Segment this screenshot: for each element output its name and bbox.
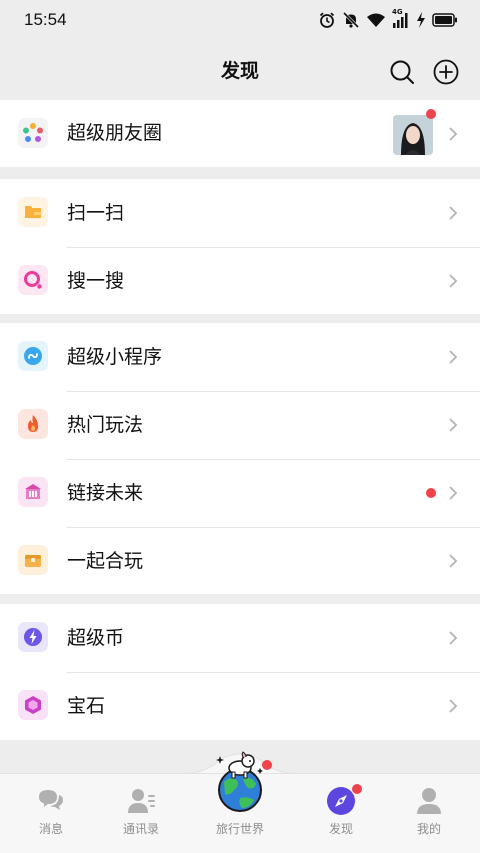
wifi-icon — [367, 13, 385, 27]
menu-group-moments: 超级朋友圈 — [0, 100, 480, 167]
notification-dot — [352, 784, 362, 794]
menu-item-label: 搜一搜 — [67, 270, 125, 292]
chevron-right-icon — [449, 554, 458, 568]
menu-item-search[interactable]: 搜一搜 — [0, 247, 480, 315]
chat-bubbles-icon — [39, 790, 63, 810]
menu-item-hot-play[interactable]: 热门玩法 — [0, 391, 480, 459]
tab-contacts[interactable]: 通讯录 — [93, 774, 189, 853]
menu-item-label: 热门玩法 — [67, 414, 144, 436]
menu-item-label: 宝石 — [67, 695, 106, 717]
status-time: 15:54 — [24, 10, 67, 29]
menu-item-link-future[interactable]: 链接未来 — [0, 459, 480, 527]
moments-icon — [18, 118, 48, 148]
menu-item-gem[interactable]: 宝石 — [0, 672, 480, 740]
game-box-icon — [18, 545, 48, 575]
menu-item-super-moments[interactable]: 超级朋友圈 — [0, 100, 480, 167]
chevron-right-icon — [449, 274, 458, 288]
contacts-icon — [128, 789, 155, 813]
menu-item-scan[interactable]: 扫一扫 — [0, 179, 480, 247]
chevron-right-icon — [449, 350, 458, 364]
mini-program-icon — [18, 341, 48, 371]
menu-group-features: 超级小程序 热门玩法 链接未来 一起合玩 — [0, 323, 480, 594]
menu-item-label: 超级币 — [67, 627, 125, 649]
menu-item-mini-program[interactable]: 超级小程序 — [0, 323, 480, 391]
notification-dot — [426, 488, 436, 498]
status-icons: 4G — [318, 8, 458, 29]
chevron-right-icon — [449, 486, 458, 500]
charging-icon — [417, 12, 425, 28]
menu-item-play-together[interactable]: 一起合玩 — [0, 527, 480, 595]
scan-icon — [18, 197, 48, 227]
tab-label: 我的 — [416, 822, 441, 836]
chevron-right-icon — [449, 127, 458, 141]
chevron-right-icon — [449, 631, 458, 645]
menu-item-label: 链接未来 — [67, 482, 144, 504]
globe-icon[interactable] — [210, 748, 272, 814]
menu-item-label: 超级朋友圈 — [67, 122, 163, 144]
mute-icon — [342, 11, 360, 29]
notification-dot — [262, 760, 272, 770]
tab-me[interactable]: 我的 — [381, 774, 477, 853]
alarm-icon — [319, 12, 335, 28]
tab-label: 通讯录 — [122, 822, 159, 836]
tab-label: 消息 — [38, 822, 63, 836]
notification-dot — [426, 109, 436, 119]
tab-messages[interactable]: 消息 — [3, 774, 99, 853]
chevron-right-icon — [449, 418, 458, 432]
menu-group-scan: 扫一扫 搜一搜 — [0, 179, 480, 314]
coin-bolt-icon — [18, 622, 48, 652]
menu-item-label: 超级小程序 — [67, 346, 163, 368]
fire-icon — [18, 409, 48, 439]
menu-item-label: 一起合玩 — [67, 550, 144, 572]
menu-item-label: 扫一扫 — [67, 202, 125, 224]
chevron-right-icon — [449, 699, 458, 713]
status-bar: 15:54 4G — [0, 0, 480, 40]
gem-icon — [18, 690, 48, 720]
battery-icon — [432, 13, 457, 27]
menu-group-wallet: 超级币 宝石 — [0, 604, 480, 740]
tab-label: 发现 — [328, 822, 353, 836]
signal-icon: 4G — [392, 8, 410, 29]
tab-discover[interactable]: 发现 — [293, 774, 389, 853]
search-feature-icon — [18, 265, 48, 295]
avatar — [393, 115, 433, 155]
search-icon[interactable] — [388, 58, 416, 86]
tab-label: 旅行世界 — [215, 822, 264, 836]
nav-bar: 发现 — [0, 40, 480, 100]
chevron-right-icon — [449, 206, 458, 220]
person-icon — [417, 788, 441, 814]
building-icon — [18, 477, 48, 507]
add-circle-icon[interactable] — [432, 58, 460, 86]
menu-item-super-coin[interactable]: 超级币 — [0, 604, 480, 672]
